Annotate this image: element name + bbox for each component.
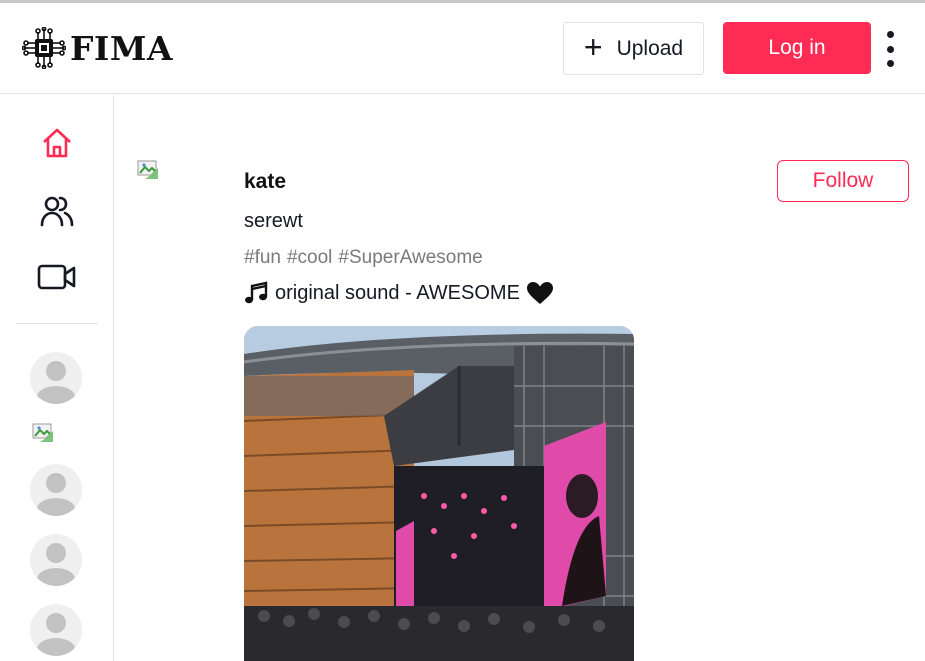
upload-label: Upload	[616, 36, 684, 60]
live-video-icon[interactable]	[36, 257, 78, 297]
post-video-thumbnail[interactable]	[244, 326, 634, 661]
suggested-account-avatar[interactable]	[30, 604, 82, 656]
suggested-account-avatar[interactable]	[30, 534, 82, 586]
plus-icon: +	[583, 29, 603, 65]
chip-logo-icon	[22, 27, 66, 69]
post-hashtags: #fun #cool #SuperAwesome	[244, 247, 483, 269]
more-options-icon[interactable]	[880, 31, 900, 67]
sidebar-divider	[16, 323, 98, 324]
suggested-account-avatar[interactable]	[30, 464, 82, 516]
post-caption: serewt	[244, 210, 303, 232]
upload-button[interactable]: + Upload	[563, 22, 704, 75]
top-header: FIMA + Upload Log in	[0, 3, 925, 94]
logo-text: FIMA	[70, 28, 173, 68]
home-icon[interactable]	[36, 123, 78, 163]
hashtag-link[interactable]: #cool	[287, 247, 332, 269]
hashtag-link[interactable]: #fun	[244, 247, 281, 269]
hashtag-link[interactable]: #SuperAwesome	[338, 247, 482, 269]
sidebar	[0, 95, 114, 661]
feed-post: kate serewt #fun #cool #SuperAwesome ori…	[115, 95, 925, 661]
post-username[interactable]: kate	[244, 170, 286, 194]
following-icon[interactable]	[36, 191, 78, 231]
author-avatar-broken-icon[interactable]	[136, 159, 160, 181]
music-note-icon	[245, 281, 268, 304]
post-sound-link[interactable]: original sound - AWESOME	[243, 280, 554, 306]
suggested-account-avatar[interactable]	[30, 352, 82, 404]
follow-button[interactable]: Follow	[777, 160, 909, 202]
heart-icon	[526, 282, 553, 304]
broken-image-icon[interactable]	[31, 422, 55, 444]
sound-name: original sound - AWESOME	[275, 281, 520, 304]
login-button[interactable]: Log in	[723, 22, 871, 74]
fima-logo[interactable]: FIMA	[22, 27, 173, 69]
